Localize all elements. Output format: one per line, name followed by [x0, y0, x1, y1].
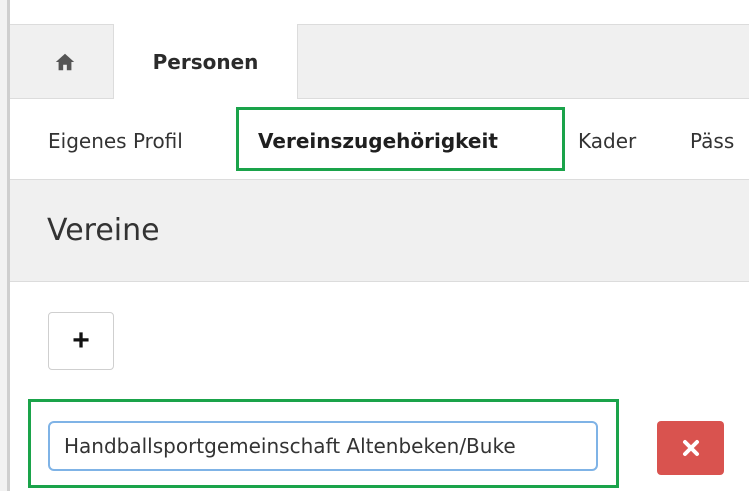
section-title: Vereine: [47, 213, 160, 248]
delete-club-button[interactable]: [657, 421, 724, 475]
club-name-input[interactable]: [48, 421, 598, 471]
subnav-item-kader[interactable]: Kader: [578, 127, 636, 155]
subnav-item-eigenes-profil[interactable]: Eigenes Profil: [48, 127, 183, 155]
top-spacer: [10, 0, 749, 24]
plus-icon: +: [72, 324, 90, 357]
tab-personen-label: Personen: [152, 50, 259, 74]
home-icon: [55, 53, 75, 71]
tab-home[interactable]: [40, 44, 90, 80]
left-edge: [0, 0, 10, 491]
tab-personen[interactable]: Personen: [113, 24, 298, 100]
add-club-button[interactable]: +: [48, 312, 114, 370]
subnav-item-vereinszugehoerigkeit[interactable]: Vereinszugehörigkeit: [258, 127, 498, 155]
subnav-item-paesse[interactable]: Päss: [690, 127, 734, 155]
close-icon: [682, 440, 699, 456]
